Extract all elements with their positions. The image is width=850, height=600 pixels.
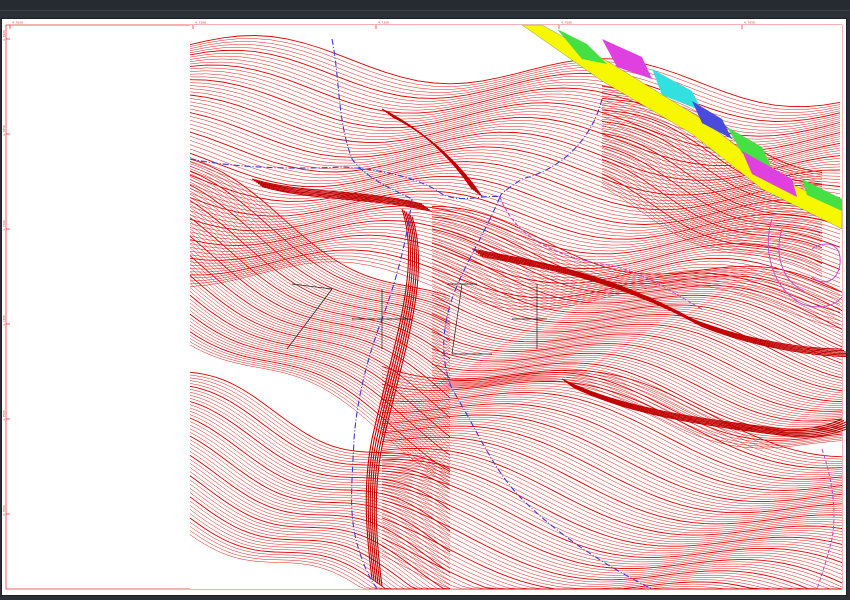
top-tick-label: 4.7050: [12, 21, 23, 25]
top-tick-label: 4.7650: [744, 21, 755, 25]
left-tick-label: 4.7350: [2, 315, 6, 326]
left-tick-label: 4.7650: [2, 505, 6, 516]
blank-legend-panel: [2, 19, 190, 595]
left-tick-label: 4.7200: [2, 220, 6, 231]
viewer-top-bar: [0, 0, 850, 11]
plot-sheet: 4.70504.72004.73504.75004.76504.78004.69…: [2, 19, 846, 595]
drawing-viewport[interactable]: 4.70504.72004.73504.75004.76504.78004.69…: [0, 11, 850, 600]
left-tick-label: 4.6900: [2, 30, 6, 41]
top-tick-label: 4.7200: [195, 21, 206, 25]
top-tick-label: 4.7350: [378, 21, 389, 25]
left-tick-label: 4.7500: [2, 410, 6, 421]
topographic-contour-map[interactable]: 4.70504.72004.73504.75004.76504.78004.69…: [2, 19, 846, 595]
top-tick-label: 4.7500: [561, 21, 572, 25]
left-tick-label: 4.7050: [2, 125, 6, 136]
